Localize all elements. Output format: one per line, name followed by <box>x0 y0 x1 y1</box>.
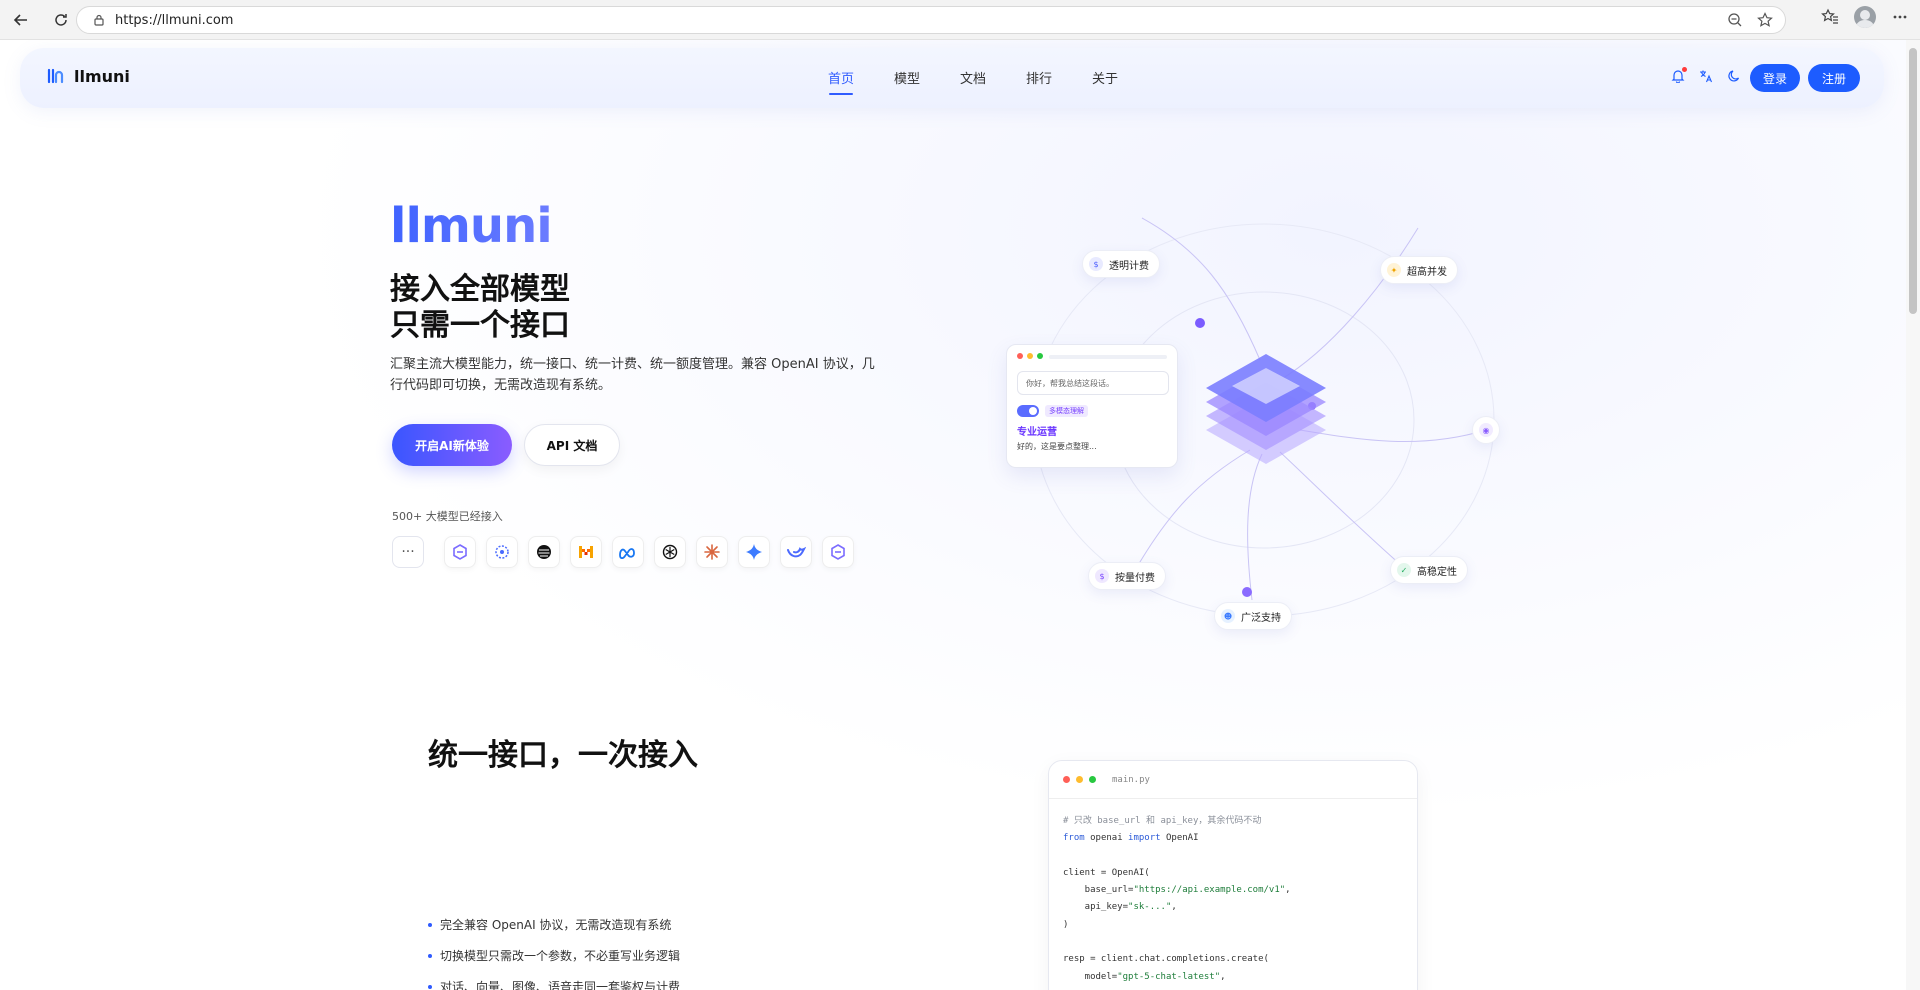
model-count-text: 500+ 大模型已经接入 <box>392 510 503 523</box>
hero-description: 汇聚主流大模型能力，统一接口、统一计费、统一额度管理。兼容 OpenAI 协议，… <box>390 357 875 393</box>
feature-item: 对话、向量、图像、语音走同一套鉴权与计费 <box>428 978 680 990</box>
multimodal-toggle <box>1017 405 1039 417</box>
back-arrow-icon <box>13 13 27 26</box>
feature-item: 切换模型只需改一个参数，不必重写业务逻辑 <box>428 947 680 964</box>
site-navbar: llmuni 首页 模型 文档 排行 关于 登录 注册 <box>20 48 1884 108</box>
user-icon: ◉ <box>1479 423 1493 437</box>
main-menu: 首页 模型 文档 排行 关于 <box>808 68 1138 95</box>
multimodal-tag: 多模态理解 <box>1045 405 1088 417</box>
reload-icon <box>55 13 67 26</box>
brand-logo[interactable]: llmuni <box>46 66 130 86</box>
url-text[interactable]: https://llmuni.com <box>115 13 233 28</box>
qwen-icon <box>822 536 854 568</box>
stability-icon <box>528 536 560 568</box>
wallet-icon: $ <box>1095 569 1109 583</box>
browser-toolbar: https://llmuni.com <box>0 0 1920 40</box>
notification-badge <box>1682 67 1687 72</box>
llmuni-logo-icon <box>47 68 64 84</box>
reload-button[interactable] <box>46 5 76 35</box>
bookmark-star-icon[interactable] <box>1755 10 1775 30</box>
more-models-button[interactable]: ··· <box>392 536 424 568</box>
qwen-icon <box>444 536 476 568</box>
more-menu-icon[interactable] <box>1890 7 1910 27</box>
meta-icon <box>612 536 644 568</box>
site-info-icon[interactable] <box>87 14 111 26</box>
notification-bell-icon[interactable] <box>1670 67 1687 84</box>
hero-title: llmuni <box>390 198 553 254</box>
scrollbar-thumb[interactable] <box>1909 48 1917 314</box>
login-button[interactable]: 登录 <box>1750 64 1800 92</box>
page-scrollbar[interactable] <box>1906 40 1920 990</box>
reply-preview: 好的，这是要点整理... <box>1017 442 1097 451</box>
chip-transparent-billing: $ 透明计费 <box>1082 250 1160 278</box>
chip-broad-support: ☻ 广泛支持 <box>1214 602 1292 630</box>
feature-orbit-illustration: $ 透明计费 ✦ 超高并发 ◉ $ 按量付费 ☻ 广泛支持 ✓ 高稳定性 你好，… <box>1000 190 1520 650</box>
shield-icon: ✓ <box>1397 563 1411 577</box>
code-example-card: main.py # 只改 base_url 和 api_key，其余代码不动 f… <box>1048 760 1418 990</box>
zoom-out-icon[interactable] <box>1725 10 1745 30</box>
chip-pay-as-you-go: $ 按量付费 <box>1088 562 1166 590</box>
back-button[interactable] <box>6 5 36 35</box>
profile-avatar[interactable] <box>1854 6 1876 28</box>
code-card-header: main.py <box>1049 761 1417 799</box>
nav-item-docs[interactable]: 文档 <box>940 68 1006 87</box>
model-stack-icon <box>1206 354 1326 464</box>
chat-input-preview: 你好，帮我总结这段话。 <box>1017 371 1169 395</box>
code-block: # 只改 base_url 和 api_key，其余代码不动 from open… <box>1063 816 1291 982</box>
nav-item-ranking[interactable]: 排行 <box>1006 68 1072 87</box>
chip-user: ◉ <box>1472 416 1500 444</box>
chip-high-stability: ✓ 高稳定性 <box>1390 556 1468 584</box>
nav-item-home[interactable]: 首页 <box>808 68 874 95</box>
openai-icon <box>654 536 686 568</box>
address-bar[interactable]: https://llmuni.com <box>76 6 1786 34</box>
api-docs-button[interactable]: API 文档 <box>524 424 620 466</box>
feature-item: 完全兼容 OpenAI 协议，无需改造现有系统 <box>428 916 671 933</box>
coin-icon: $ <box>1089 257 1103 271</box>
nav-item-about[interactable]: 关于 <box>1072 68 1138 87</box>
users-icon: ☻ <box>1221 609 1235 623</box>
pro-label: 专业运营 <box>1017 427 1057 438</box>
claude-icon <box>696 536 728 568</box>
favorites-icon[interactable] <box>1820 7 1840 27</box>
spark-icon: ✦ <box>1387 263 1401 277</box>
section-title-unified-api: 统一接口，一次接入 <box>428 738 698 773</box>
brand-name: llmuni <box>74 66 130 86</box>
translate-icon[interactable] <box>1698 68 1714 84</box>
page-content: llmuni 首页 模型 文档 排行 关于 登录 注册 llmuni 接入全部模… <box>0 40 1906 990</box>
dark-mode-moon-icon[interactable] <box>1726 68 1742 84</box>
chat-preview-window: 你好，帮我总结这段话。 多模态理解 专业运营 好的，这是要点整理... <box>1006 344 1178 468</box>
cohere-icon <box>486 536 518 568</box>
hero-headline-2: 只需一个接口 <box>390 308 570 343</box>
register-button[interactable]: 注册 <box>1808 64 1860 92</box>
deepseek-icon <box>780 536 812 568</box>
chip-high-concurrency: ✦ 超高并发 <box>1380 256 1458 284</box>
gemini-icon <box>738 536 770 568</box>
model-logo-row: ··· <box>392 536 864 568</box>
code-filename: main.py <box>1112 774 1150 785</box>
window-controls <box>1017 353 1043 359</box>
start-ai-experience-button[interactable]: 开启AI新体验 <box>392 424 512 466</box>
nav-item-models[interactable]: 模型 <box>874 68 940 87</box>
mistral-icon <box>570 536 602 568</box>
